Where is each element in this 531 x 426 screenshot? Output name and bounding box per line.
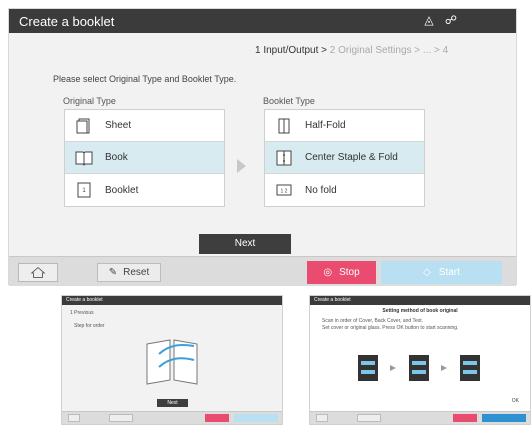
original-type-sheet-label: Sheet (105, 120, 132, 131)
thumbnail-book-original-guide: Create a booklet Setting method of book … (309, 295, 531, 425)
instruction-text: Please select Original Type and Booklet … (53, 74, 237, 84)
start-label: Start (438, 267, 460, 278)
home-icon (30, 266, 46, 278)
breadcrumb: 1 Input/Output > 2 Original Settings > .… (255, 45, 448, 56)
thumbnail-home-button[interactable] (316, 414, 328, 422)
dialog-heading: Setting method of book original (382, 308, 458, 314)
breadcrumb-separator: > (414, 45, 421, 56)
original-type-list: Sheet Book 1 Booklet (64, 109, 225, 207)
thumbnail-previous: 1 Previous (70, 310, 94, 316)
book-illustration-icon (146, 339, 198, 385)
dialog-body-line-1: Scan in order of Cover, Back Cover, and … (322, 318, 424, 324)
original-type-label: Original Type (63, 96, 116, 106)
title-bar: Create a booklet ◬ ☍ (9, 9, 516, 33)
original-type-book[interactable]: Book (65, 142, 224, 174)
breadcrumb-step-1[interactable]: 1 Input/Output (255, 45, 318, 56)
bottom-bar: ✎ Reset ◎ Stop ◇ Start (9, 256, 516, 286)
thumbnail-stop-button[interactable] (205, 414, 229, 422)
thumbnail-home-button[interactable] (68, 414, 80, 422)
booklet-type-no-fold[interactable]: 1 2 No fold (265, 174, 424, 206)
thumbnail-reset-button[interactable] (109, 414, 133, 422)
notification-icon[interactable]: ◬ (422, 13, 436, 27)
book-icon (75, 151, 93, 166)
booklet-type-half-fold[interactable]: Half-Fold (265, 110, 424, 142)
thumbnail-reset-button[interactable] (357, 414, 381, 422)
sheet-icon (76, 118, 90, 133)
no-fold-icon: 1 2 (276, 184, 292, 196)
thumbnail-start-button[interactable] (234, 414, 278, 422)
arrow-right-icon (237, 159, 246, 173)
thumbnail-bottom-bar (310, 411, 530, 424)
breadcrumb-step-4[interactable]: 4 (443, 45, 449, 56)
title-icons: ◬ ☍ (422, 13, 458, 27)
window-title: Create a booklet (19, 14, 115, 29)
help-icon[interactable]: ☍ (444, 13, 458, 27)
thumbnail-title: Create a booklet (66, 297, 103, 303)
thumbnail-start-button[interactable] (482, 414, 526, 422)
booklet-icon: 1 (77, 182, 91, 198)
thumbnail-title-bar: Create a booklet (310, 296, 530, 305)
booklet-type-no-fold-label: No fold (305, 184, 337, 196)
scan-sequence-icon (358, 355, 480, 381)
booklet-type-list: Half-Fold Center Staple & Fold 1 2 No fo… (264, 109, 425, 207)
center-staple-fold-icon (276, 150, 292, 165)
home-button[interactable] (18, 263, 58, 282)
half-fold-icon (278, 118, 290, 133)
thumbnail-stop-button[interactable] (453, 414, 477, 422)
booklet-type-label: Booklet Type (263, 96, 315, 106)
breadcrumb-ellipsis: ... (422, 45, 432, 56)
reset-button[interactable]: ✎ Reset (97, 263, 161, 282)
start-icon: ◇ (423, 267, 431, 278)
original-type-booklet[interactable]: 1 Booklet (65, 174, 224, 206)
svg-text:1 2: 1 2 (281, 189, 288, 195)
thumbnail-title: Create a booklet (314, 297, 351, 303)
thumbnail-title-bar: Create a booklet (62, 296, 282, 305)
stop-button[interactable]: ◎ Stop (307, 261, 376, 284)
thumbnail-dialog: Setting method of book original Scan in … (310, 305, 530, 412)
dialog-ok-button[interactable]: OK (512, 398, 519, 404)
original-type-book-label: Book (105, 152, 128, 163)
thumbnail-next-button[interactable]: Next (157, 399, 188, 407)
booklet-type-center-staple-fold[interactable]: Center Staple & Fold (265, 142, 424, 174)
original-type-booklet-label: Booklet (105, 184, 139, 196)
stop-label: Stop (339, 267, 360, 278)
thumbnail-step-order: Create a booklet 1 Previous Step for ord… (61, 295, 283, 425)
stop-icon: ◎ (323, 267, 333, 278)
original-type-sheet[interactable]: Sheet (65, 110, 224, 142)
breadcrumb-separator: > (321, 45, 328, 56)
breadcrumb-separator: > (434, 45, 440, 56)
create-booklet-screen: Create a booklet ◬ ☍ 1 Input/Output > 2 … (8, 8, 517, 286)
booklet-type-center-staple-fold-label: Center Staple & Fold (305, 152, 398, 163)
start-button[interactable]: ◇ Start (381, 261, 502, 284)
thumbnail-step-text: Step for order (74, 323, 105, 329)
booklet-type-half-fold-label: Half-Fold (305, 120, 346, 131)
breadcrumb-step-2[interactable]: 2 Original Settings (330, 45, 412, 56)
next-button[interactable]: Next (199, 234, 291, 254)
reset-icon: ✎ (108, 267, 118, 278)
dialog-body-line-2: Set cover or original glass. Press OK bu… (322, 325, 459, 331)
thumbnail-bottom-bar (62, 411, 282, 424)
reset-label: Reset (123, 267, 150, 278)
